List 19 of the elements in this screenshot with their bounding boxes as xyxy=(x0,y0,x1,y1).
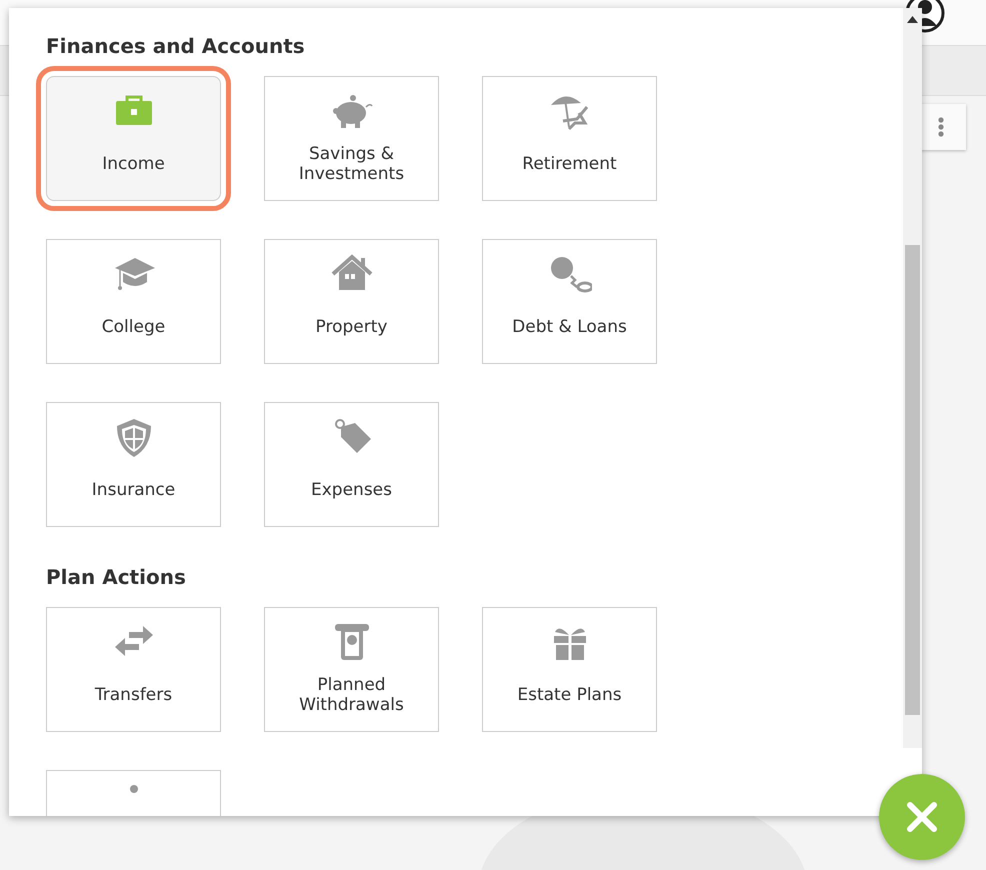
close-icon xyxy=(906,801,938,833)
category-tile[interactable]: Savings & Investments xyxy=(264,76,439,201)
dot-icon xyxy=(130,785,138,793)
category-tile[interactable]: College xyxy=(46,239,221,364)
scroll-up-icon[interactable] xyxy=(907,16,918,23)
category-tile[interactable]: Expenses xyxy=(264,402,439,527)
category-tile[interactable]: Transfers xyxy=(46,607,221,732)
section-heading: Finances and Accounts xyxy=(46,34,306,58)
scrollbar-thumb[interactable] xyxy=(905,245,920,715)
category-tile[interactable]: Planned Withdrawals xyxy=(264,607,439,732)
category-tile[interactable]: Debt & Loans xyxy=(482,239,657,364)
category-tile[interactable]: Property xyxy=(264,239,439,364)
category-tile[interactable]: Insurance xyxy=(46,402,221,527)
category-tile[interactable]: Estate Plans xyxy=(482,607,657,732)
category-tile[interactable]: Retirement xyxy=(482,76,657,201)
section-heading: Plan Actions xyxy=(46,565,187,589)
scrollbar[interactable] xyxy=(903,8,922,748)
close-button[interactable] xyxy=(879,774,965,860)
more-options-icon xyxy=(938,117,944,137)
